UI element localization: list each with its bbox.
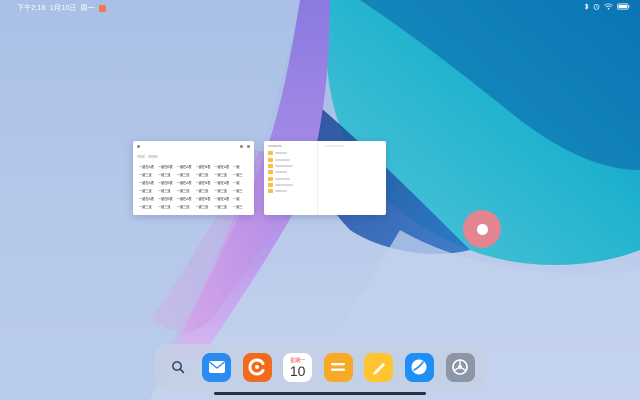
- document-cell: 一键在A表: [214, 197, 230, 201]
- dock-app-settings[interactable]: [445, 352, 475, 382]
- document-cell: 一键三连: [214, 205, 228, 209]
- document-cell: 一键三连: [176, 173, 190, 177]
- dock-app-messages[interactable]: [404, 352, 434, 382]
- document-cell: 一键三连: [157, 205, 171, 209]
- home-indicator[interactable]: [214, 392, 426, 395]
- document-cell: 一键三连: [195, 205, 209, 209]
- battery-icon: [617, 3, 630, 10]
- file-list-title: [264, 141, 317, 150]
- alarm-icon: [593, 3, 600, 10]
- folder-name: [275, 177, 290, 180]
- folder-name: [275, 164, 293, 167]
- document-cell: 一键三: [233, 189, 243, 193]
- dock-app-calendar[interactable]: 星期一 10: [283, 352, 313, 382]
- window-subtoolbar: [133, 151, 254, 161]
- detail-placeholder: [324, 145, 344, 147]
- status-weekday: 周一: [80, 5, 95, 12]
- toolbar-placeholder: [148, 154, 158, 158]
- folder-name: [275, 171, 287, 174]
- document-cell: 一键: [233, 165, 240, 169]
- dock-app-notes[interactable]: [323, 352, 353, 382]
- folder-icon: [268, 151, 273, 156]
- document-cell: 一键三连: [157, 189, 171, 193]
- folder-icon: [268, 176, 273, 181]
- wifi-icon: [604, 3, 613, 10]
- document-cell: 一键在A表: [139, 197, 154, 201]
- recent-window-file-manager[interactable]: [264, 141, 386, 215]
- notes-icon: [331, 363, 346, 371]
- document-cell: 一键三连: [176, 205, 190, 209]
- folder-icon: [268, 183, 273, 188]
- calendar-date: 10: [289, 362, 306, 379]
- folder-icon: [268, 189, 273, 194]
- folder-name: [275, 190, 287, 193]
- document-cell: 一键在B表: [195, 197, 211, 201]
- folder-name: [275, 152, 287, 155]
- document-cell: 一键三连: [157, 173, 171, 177]
- document-cell: 一键在B表: [195, 165, 211, 169]
- floating-assist-button[interactable]: [463, 210, 501, 248]
- document-cell: 一键三连: [195, 173, 209, 177]
- document-cell: 一键在A表: [176, 197, 192, 201]
- document-cell: 一键在B表: [157, 165, 173, 169]
- recent-window-document[interactable]: 一键在A表 一键在B表 一键在A表 一键在B表 一键在A表 一键 一键三连 一键三连 一键三连一…: [133, 141, 254, 215]
- toolbar-placeholder: [137, 154, 145, 158]
- document-cell: 一键在A表: [139, 181, 154, 185]
- floating-button-core: [476, 223, 488, 235]
- dock-app-pen[interactable]: [364, 352, 394, 382]
- file-list-pane: [264, 141, 318, 215]
- folder-name: [275, 158, 290, 161]
- document-cell: 一键在A表: [214, 181, 230, 185]
- dock-app-mail[interactable]: [202, 352, 231, 382]
- document-cell: 一键三连: [139, 189, 152, 193]
- document-cell: 一键在A表: [214, 165, 230, 169]
- document-grid: 一键在A表 一键在B表 一键在A表 一键在B表 一键在A表 一键 一键三连 一键三连 一键三连一…: [133, 161, 254, 209]
- settings-icon: [452, 359, 468, 375]
- bluetooth-icon: [584, 3, 589, 10]
- status-date: 1月10日: [49, 5, 77, 12]
- document-cell: 一键三连: [139, 173, 152, 177]
- notification-badge-icon: [98, 4, 106, 12]
- dock-search-button[interactable]: [167, 353, 189, 382]
- window-toolbar: [133, 141, 254, 151]
- document-cell: 一键在A表: [139, 165, 154, 169]
- dock: 星期一 10: [155, 344, 486, 390]
- dock-app-orange[interactable]: [242, 352, 272, 382]
- status-bar-right: [584, 3, 630, 10]
- share-icon: [240, 144, 243, 148]
- document-cell: 一键在B表: [157, 197, 173, 201]
- pen-icon: [372, 363, 385, 375]
- document-cell: 一键三连: [214, 173, 228, 177]
- search-icon: [172, 361, 185, 374]
- orange-app-icon: [248, 358, 265, 376]
- document-cell: 一键在B表: [157, 181, 173, 185]
- document-cell: 一键三连: [195, 189, 209, 193]
- document-cell: 一键三: [233, 173, 243, 177]
- folder-row[interactable]: [264, 188, 317, 194]
- document-cell: 一键: [233, 181, 240, 185]
- document-cell: 一键在B表: [195, 181, 211, 185]
- file-detail-pane: [318, 141, 386, 215]
- more-icon: [247, 144, 250, 148]
- document-cell: 一键在A表: [176, 165, 192, 169]
- status-bar-left: 下午2:18 1月10日 周一: [17, 3, 106, 13]
- back-icon: [137, 144, 140, 148]
- document-cell: 一键三: [233, 205, 243, 209]
- folder-list: [264, 150, 317, 195]
- folder-icon: [268, 163, 273, 168]
- mail-icon: [208, 361, 225, 373]
- document-cell: 一键三连: [214, 189, 228, 193]
- document-cell: 一键三连: [176, 189, 190, 193]
- document-cell: 一键三连: [139, 205, 152, 209]
- messages-icon: [411, 359, 427, 375]
- document-cell: 一键: [233, 197, 240, 201]
- folder-name: [275, 184, 293, 187]
- folder-icon: [268, 170, 273, 175]
- status-bar: 下午2:18 1月10日 周一: [0, 0, 640, 14]
- document-cell: 一键在A表: [176, 181, 192, 185]
- title-placeholder: [268, 144, 282, 147]
- status-time: 下午2:18: [17, 5, 46, 12]
- folder-icon: [268, 157, 273, 162]
